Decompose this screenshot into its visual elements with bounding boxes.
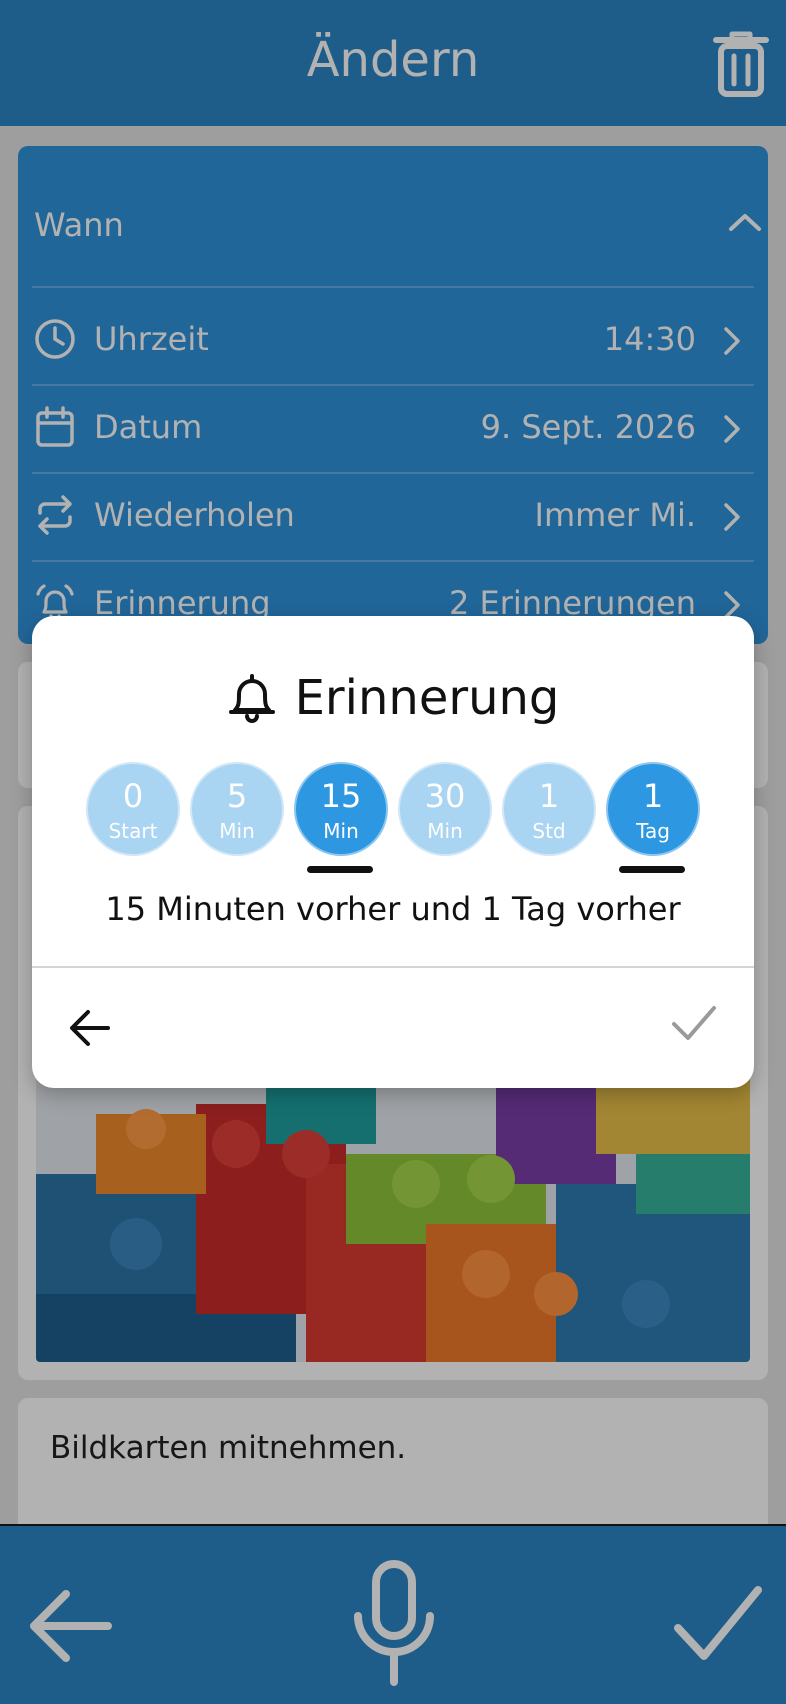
reminder-option-0-start[interactable]: 0 Start [86,762,180,856]
option-number: 0 [122,777,144,815]
reminder-option-1-std[interactable]: 1 Std [502,762,596,856]
option-unit: Std [532,819,566,843]
arrow-left-icon[interactable] [68,1006,112,1050]
option-unit: Min [427,819,463,843]
reminder-dialog: Erinnerung 0 Start 5 Min 15 Min 30 Min 1… [32,616,754,1088]
option-number: 30 [424,777,466,815]
reminder-option-5-min[interactable]: 5 Min [190,762,284,856]
dialog-title: Erinnerung [294,670,560,726]
option-unit: Start [108,819,158,843]
checkmark-icon[interactable] [670,1004,718,1044]
selected-indicator [307,866,373,873]
option-unit: Tag [636,819,670,843]
option-number: 15 [320,777,362,815]
option-unit: Min [323,819,359,843]
reminder-option-1-tag[interactable]: 1 Tag [606,762,700,856]
selected-indicator [619,866,685,873]
option-number: 1 [538,777,560,815]
reminder-options: 0 Start 5 Min 15 Min 30 Min 1 Std 1 Tag [86,762,706,862]
bell-icon [228,674,275,723]
reminder-option-15-min[interactable]: 15 Min [294,762,388,856]
option-number: 5 [226,777,248,815]
option-number: 1 [642,777,664,815]
dialog-divider [32,966,754,968]
reminder-summary: 15 Minuten vorher und 1 Tag vorher [105,890,681,928]
reminder-option-30-min[interactable]: 30 Min [398,762,492,856]
option-unit: Min [219,819,255,843]
dialog-header: Erinnerung [32,668,754,728]
